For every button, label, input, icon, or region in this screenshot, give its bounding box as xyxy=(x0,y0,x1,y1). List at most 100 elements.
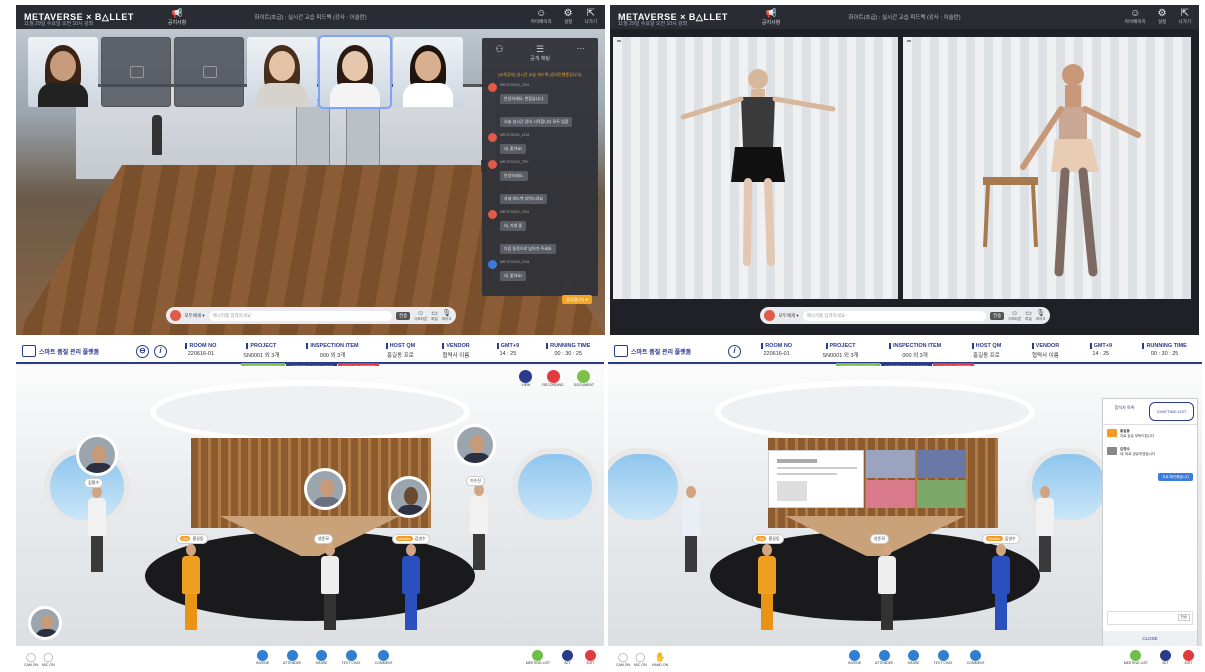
toolbar-button[interactable]: COMMENT xyxy=(967,650,985,665)
send-button[interactable]: 전송 xyxy=(990,311,1005,320)
message-icon xyxy=(1107,447,1117,455)
student-video[interactable] xyxy=(903,37,1191,299)
ceiling-light xyxy=(715,380,1036,444)
circle-icon xyxy=(577,370,591,383)
message-body: 자세 피드백 부탁드려요 xyxy=(500,187,548,205)
mypage-button[interactable]: ☺ 마이페이지 xyxy=(1125,8,1146,25)
mypage-button[interactable]: ☺ 마이페이지 xyxy=(531,8,552,25)
participant-video-selected[interactable] xyxy=(318,35,392,109)
record-button[interactable]: VIEW xyxy=(519,370,533,387)
toolbar-button[interactable]: SET xyxy=(1160,650,1171,665)
tab-public-chat[interactable]: ☰ 공개 채팅 xyxy=(530,44,550,68)
my-avatar xyxy=(763,310,775,321)
toolbar-button[interactable]: EXIT xyxy=(585,650,596,665)
avatar-figure[interactable] xyxy=(319,544,341,630)
avatar-figure[interactable] xyxy=(990,544,1012,630)
participant-video[interactable] xyxy=(393,37,463,107)
tab-attendees[interactable]: 참석자 목록 xyxy=(1103,399,1146,424)
avatar-figure[interactable] xyxy=(86,486,108,572)
tool-label: SET xyxy=(564,661,571,665)
participant-video[interactable] xyxy=(247,37,317,107)
button-label: RECORDING xyxy=(542,383,564,387)
avatar-figure[interactable] xyxy=(180,544,202,630)
toolbar-button[interactable]: SHARE xyxy=(315,650,328,665)
mic-button[interactable]: 🎙 마이크 xyxy=(1036,309,1046,322)
class-title: 화이트(초급) : 실시간 교습 피드백 (강사 : 이슬란) xyxy=(254,15,367,21)
participant-bubble[interactable] xyxy=(76,434,118,476)
recipient-select[interactable]: 모두에게 ▾ xyxy=(779,313,799,319)
notice-button[interactable]: 📢 공지사항 xyxy=(168,8,186,26)
mic-button[interactable]: 🎙 마이크 xyxy=(442,309,452,322)
message-text: 네, 바로 공유하겠습니다 xyxy=(1120,452,1156,456)
tab-chatting-list[interactable]: CHATTING LIST xyxy=(1149,402,1194,421)
shared-document[interactable] xyxy=(768,450,864,508)
notice-button[interactable]: 📢 공지사항 xyxy=(762,8,780,26)
emoji-button[interactable]: ☺ 이모티콘 xyxy=(1008,310,1021,322)
info-column: GMT+9 14 : 25 xyxy=(1089,343,1112,359)
more-button[interactable]: ⋯ xyxy=(577,44,585,68)
recipient-select[interactable]: 모두에게 ▾ xyxy=(185,313,205,319)
mic-toggle[interactable]: ◯ MIC ON xyxy=(42,652,55,667)
emoji-button[interactable]: ☺ 이모티콘 xyxy=(414,310,427,322)
tool-icon xyxy=(1130,650,1142,661)
exit-icon[interactable]: ⊖ xyxy=(136,344,149,358)
file-button[interactable]: ▭ 파일 xyxy=(1025,309,1032,322)
info-header: PROJECT xyxy=(246,343,276,349)
send-button[interactable]: 전송 xyxy=(396,311,411,320)
toolbar-button[interactable]: SET xyxy=(562,650,573,665)
toolbar-button[interactable]: INVENE xyxy=(848,650,861,665)
participant-camera-off[interactable] xyxy=(174,37,244,107)
hand-toggle[interactable]: ✋ HAND ON xyxy=(652,652,668,667)
toolbar-button[interactable]: INVENE xyxy=(256,650,269,665)
info-icon[interactable]: i xyxy=(728,344,741,358)
toolbar-button[interactable]: ATTENDEE xyxy=(875,650,893,665)
participant-bubble[interactable] xyxy=(304,468,346,510)
my-camera-bubble[interactable] xyxy=(28,606,62,640)
participant-bubble[interactable] xyxy=(454,424,496,466)
record-button[interactable]: DOCUMENT xyxy=(574,370,594,387)
toolbar-button[interactable]: EXIT xyxy=(1183,650,1194,665)
cam-toggle[interactable]: ◯ CAM ON xyxy=(616,652,630,667)
mic-toggle[interactable]: ◯ MIC ON xyxy=(634,652,647,667)
close-button[interactable]: CLOSE xyxy=(1103,631,1197,647)
avatar-figure[interactable] xyxy=(400,544,422,630)
tool-icon xyxy=(1160,650,1171,661)
participant-video[interactable] xyxy=(28,37,98,107)
avatar-figure[interactable] xyxy=(468,484,490,570)
toolbar-button[interactable]: COMMENT xyxy=(375,650,393,665)
avatar-figure[interactable] xyxy=(152,115,162,155)
settings-button[interactable]: ⚙ 설정 xyxy=(1158,8,1167,25)
tool-icon xyxy=(562,650,573,661)
toolbar-button[interactable]: TEXT CHAT xyxy=(934,650,953,665)
avatar-figure[interactable] xyxy=(680,486,702,572)
exit-button[interactable]: ⇱ 나가기 xyxy=(585,8,597,25)
info-column: RUNNING TIME 00 : 30 : 25 xyxy=(1142,343,1187,359)
participant-bubble[interactable] xyxy=(388,476,430,518)
participant-camera-off[interactable] xyxy=(101,37,171,107)
file-button[interactable]: ▭ 파일 xyxy=(431,309,438,322)
exit-button[interactable]: ⇱ 나가기 xyxy=(1179,8,1191,25)
cam-toggle[interactable]: ◯ CAM ON xyxy=(24,652,38,667)
circle-icon xyxy=(546,370,560,383)
avatar-figure[interactable] xyxy=(876,544,898,630)
tab-participants[interactable]: ⚇ xyxy=(495,44,503,68)
info-icon[interactable]: i xyxy=(154,344,167,358)
tool-icon xyxy=(937,650,949,661)
avatar-figure[interactable] xyxy=(1034,486,1056,572)
avatar-figure[interactable] xyxy=(756,544,778,630)
settings-button[interactable]: ⚙ 설정 xyxy=(564,8,573,25)
room-window xyxy=(608,448,684,526)
toolbar-button[interactable]: SHARE xyxy=(907,650,920,665)
message-input[interactable]: 메시지를 입력하세요 xyxy=(208,310,393,321)
toolbar-button[interactable]: MEETING LIST xyxy=(1124,650,1148,665)
record-button[interactable]: RECORDING xyxy=(542,370,564,387)
send-button[interactable]: 전송 xyxy=(1177,614,1190,621)
shared-image-grid[interactable] xyxy=(866,450,966,508)
message-input[interactable]: 메시지를 입력하세요 xyxy=(802,310,987,321)
toolbar-button[interactable]: ATTENDEE xyxy=(283,650,301,665)
info-value: 홍길동 프로 xyxy=(386,353,414,359)
toolbar-button[interactable]: MEETING LIST xyxy=(526,650,550,665)
instructor-video[interactable] xyxy=(613,37,898,299)
chat-input[interactable]: 전송 xyxy=(1107,611,1193,625)
toolbar-button[interactable]: TEXT CHAT xyxy=(342,650,361,665)
